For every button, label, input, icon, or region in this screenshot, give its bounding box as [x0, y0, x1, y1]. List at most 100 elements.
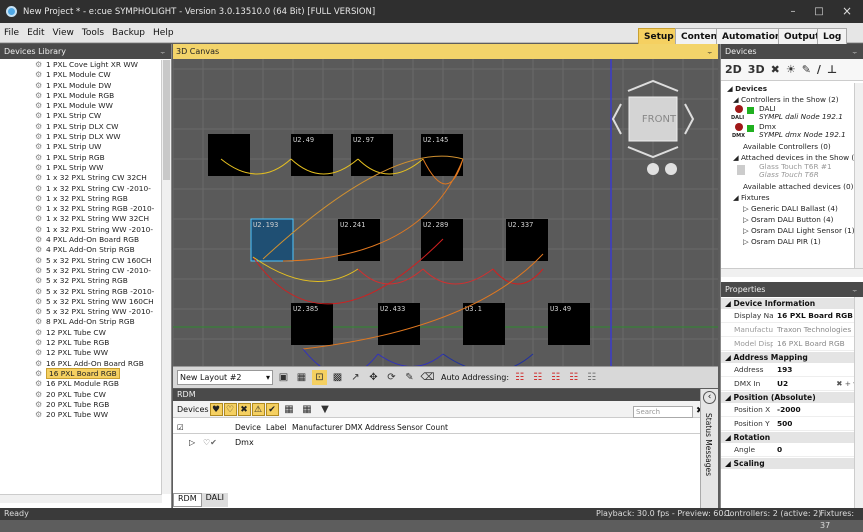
table-icon[interactable]: ▦ [282, 402, 297, 417]
library-item[interactable]: ⚙ 5 x 32 PXL String CW 160CH [0, 256, 162, 266]
library-item[interactable]: ⚙ 1 PXL Strip DLX WW [0, 132, 162, 142]
maximize-button[interactable]: □ [806, 0, 832, 23]
select-icon[interactable]: ⊡ [312, 370, 327, 385]
pin-icon[interactable]: ⨪ [707, 44, 712, 59]
addressing-pattern-5-icon[interactable]: ☷ [584, 370, 599, 385]
library-item[interactable]: ⚙ 1 x 32 PXL String RGB -2010- [0, 204, 162, 214]
zoom-in-icon[interactable] [665, 163, 677, 175]
display-name-field[interactable]: 16 PXL Board RGB # [773, 309, 863, 322]
view-3d-button[interactable]: 3D [748, 63, 765, 76]
expand-icon[interactable]: ▷ [189, 437, 195, 449]
library-item[interactable]: ⚙ 1 PXL Module CW [0, 70, 162, 80]
addressing-pattern-2-icon[interactable]: ☷ [530, 370, 545, 385]
pos-x-field[interactable]: -2000 [773, 403, 863, 416]
col-sensor-count[interactable]: Sensor Count [397, 421, 448, 434]
frame-icon[interactable]: ▩ [330, 370, 345, 385]
fixture-item[interactable]: ▷ Generic DALI Ballast (4) [721, 203, 854, 214]
section-scaling[interactable]: ◢ Scaling [721, 458, 863, 469]
library-item[interactable]: ⚙ 16 PXL Board RGB [0, 367, 162, 379]
menu-tools[interactable]: Tools [78, 28, 108, 38]
tab-automation[interactable]: Automation [716, 28, 788, 44]
select-all-checkbox[interactable]: ☑ [177, 421, 184, 434]
menu-edit[interactable]: Edit [23, 28, 48, 38]
library-item[interactable]: ⚙ 1 x 32 PXL String WW -2010- [0, 225, 162, 235]
library-item[interactable]: ⚙ 1 PXL Strip CW [0, 111, 162, 121]
col-dmx-address[interactable]: DMX Address [345, 421, 395, 434]
table-alt-icon[interactable]: ▦ [300, 402, 315, 417]
check-icon[interactable]: ✔ [265, 402, 279, 416]
library-item[interactable]: ⚙ 4 PXL Add-On Board RGB [0, 235, 162, 245]
tab-dali[interactable]: DALI [201, 493, 228, 507]
tab-setup[interactable]: Setup [638, 28, 680, 44]
addressing-pattern-3-icon[interactable]: ☷ [548, 370, 563, 385]
section-rotation[interactable]: ◢ Rotation [721, 432, 863, 443]
menu-file[interactable]: File [0, 28, 23, 38]
col-label[interactable]: Label [266, 421, 287, 434]
tree-controllers[interactable]: ◢ Controllers in the Show (2) [721, 94, 854, 105]
error-icon[interactable]: ✖ [237, 402, 251, 416]
library-item[interactable]: ⚙ 12 PXL Tube CW [0, 328, 162, 338]
library-hscrollbar[interactable] [0, 494, 162, 503]
close-button[interactable]: × [834, 0, 860, 23]
rdm-search-input[interactable]: Search [633, 406, 693, 418]
library-item[interactable]: ⚙ 1 PXL Strip WW [0, 163, 162, 173]
grid-icon[interactable]: ▦ [294, 370, 309, 385]
library-item[interactable]: ⚙ 1 x 32 PXL String WW 32CH [0, 214, 162, 224]
addressing-pattern-1-icon[interactable]: ☷ [512, 370, 527, 385]
pos-y-field[interactable]: 500 [773, 417, 863, 430]
library-item[interactable]: ⚙ 5 x 32 PXL String RGB -2010- [0, 287, 162, 297]
available-attached[interactable]: Available attached devices (0) [721, 181, 854, 192]
library-item[interactable]: ⚙ 20 PXL Tube RGB [0, 400, 162, 410]
delete-icon[interactable]: ✖ [771, 63, 780, 76]
draw-line-icon[interactable]: ↗ [348, 370, 363, 385]
library-item[interactable]: ⚙ 4 PXL Add-On Strip RGB [0, 245, 162, 255]
library-item[interactable]: ⚙ 1 PXL Module RGB [0, 91, 162, 101]
library-item[interactable]: ⚙ 20 PXL Tube WW [0, 410, 162, 420]
tab-log[interactable]: Log [817, 28, 848, 44]
zoom-out-icon[interactable] [647, 163, 659, 175]
properties-scrollbar[interactable] [854, 297, 863, 508]
layout-select[interactable]: New Layout #2 ▾ [177, 370, 273, 385]
section-position[interactable]: ◢ Position (Absolute) [721, 392, 863, 403]
warning-icon[interactable]: ⚠ [251, 402, 265, 416]
library-item[interactable]: ⚙ 20 PXL Tube CW [0, 390, 162, 400]
tree-devices-root[interactable]: ◢ Devices [721, 83, 854, 94]
library-item[interactable]: ⚙ 5 x 32 PXL String RGB [0, 276, 162, 286]
pin-icon[interactable]: ⨪ [160, 44, 165, 59]
library-item[interactable]: ⚙ 12 PXL Tube RGB [0, 338, 162, 348]
canvas-3d-viewport[interactable]: U2.49 U2.97 U2.145 U2.193 U2.241 U2.289 U2.337… [173, 59, 718, 366]
devices-hscrollbar[interactable] [721, 268, 863, 277]
spray-icon[interactable]: ✎ [802, 63, 811, 76]
address-field[interactable]: 193 [773, 363, 863, 376]
minimize-button[interactable]: – [780, 0, 806, 23]
fixture-item[interactable]: ▷ Osram DALI Button (4) [721, 214, 854, 225]
move-icon[interactable]: ✥ [366, 370, 381, 385]
available-controllers[interactable]: Available Controllers (0) [721, 141, 854, 152]
menu-help[interactable]: Help [149, 28, 178, 38]
section-address-mapping[interactable]: ◢ Address Mapping [721, 352, 863, 363]
addressing-pattern-4-icon[interactable]: ☷ [566, 370, 581, 385]
pin-icon[interactable]: ⨪ [852, 44, 857, 59]
rectangle-icon[interactable]: ▣ [276, 370, 291, 385]
library-item[interactable]: ⚙ 1 x 32 PXL String CW 32CH [0, 173, 162, 183]
library-item[interactable]: ⚙ 1 PXL Module DW [0, 81, 162, 91]
menu-backup[interactable]: Backup [108, 28, 149, 38]
library-item[interactable]: ⚙ 1 PXL Module WW [0, 101, 162, 111]
rotate-icon[interactable]: ⟳ [384, 370, 399, 385]
library-item[interactable]: ⚙ 1 PXL Cove Light XR WW [0, 60, 162, 70]
wand-icon[interactable]: ∕ [817, 63, 821, 76]
status-messages-sidebar[interactable]: ‹ Status Messages [700, 389, 718, 508]
chevron-left-icon[interactable]: ‹ [703, 391, 716, 404]
pin-icon[interactable]: ⨪ [852, 282, 857, 297]
library-item[interactable]: ⚙ 5 x 32 PXL String WW 160CH [0, 297, 162, 307]
library-item[interactable]: ⚙ 16 PXL Module RGB [0, 379, 162, 389]
library-scrollbar[interactable] [161, 60, 171, 494]
library-item[interactable]: ⚙ 1 PXL Strip UW [0, 142, 162, 152]
tool-icon[interactable]: ⊥ [827, 63, 837, 76]
fixture-item[interactable]: ▷ Osram DALI Light Sensor (1) [721, 225, 854, 236]
devices-scrollbar[interactable] [854, 83, 863, 268]
library-item[interactable]: ⚙ 1 PXL Strip RGB [0, 153, 162, 163]
library-item[interactable]: ⚙ 1 x 32 PXL String RGB [0, 194, 162, 204]
fixture-box[interactable] [208, 134, 250, 176]
pencil-icon[interactable]: ✎ [402, 370, 417, 385]
